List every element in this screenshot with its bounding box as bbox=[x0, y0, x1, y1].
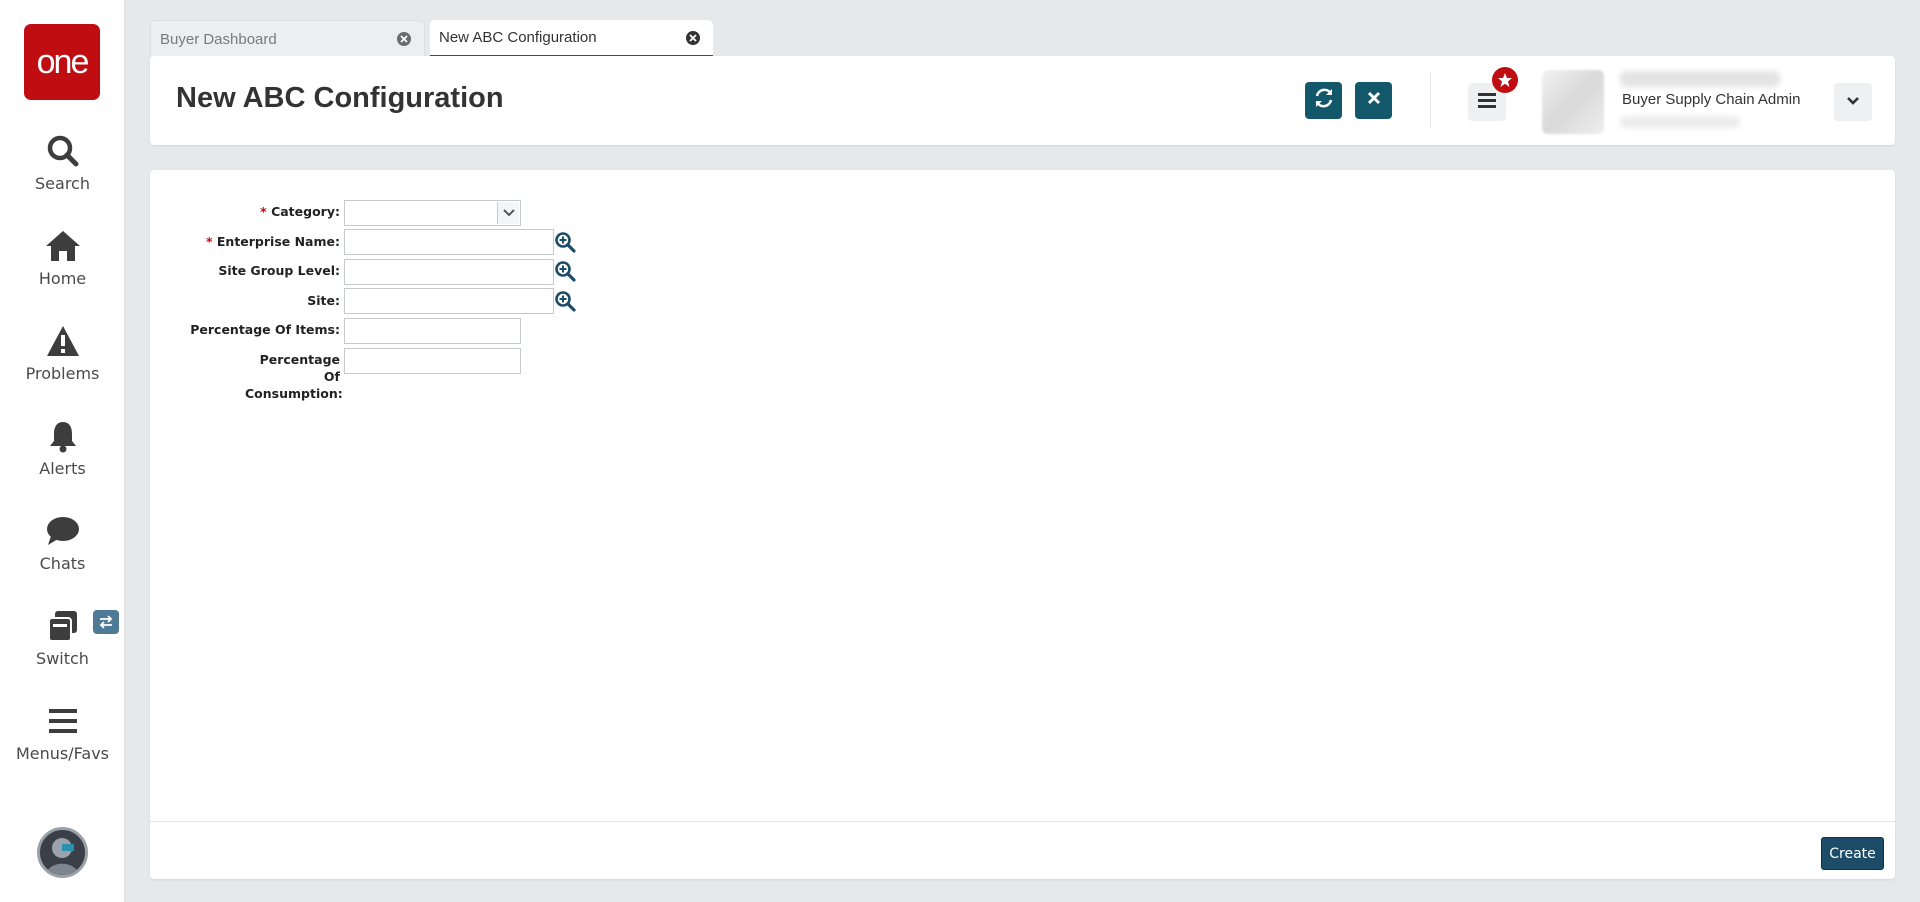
enterprise-name-input[interactable] bbox=[344, 229, 554, 255]
zoom-in-lookup-icon[interactable] bbox=[554, 260, 576, 282]
sidebar-item-label: Menus/Favs bbox=[16, 744, 109, 763]
sidebar-item-alerts[interactable]: Alerts bbox=[0, 419, 125, 478]
user-name-redacted bbox=[1620, 71, 1780, 87]
chevron-down-icon bbox=[1846, 93, 1860, 111]
site-input[interactable] bbox=[344, 288, 554, 314]
sidebar-item-label: Home bbox=[38, 269, 87, 288]
user-role: Buyer Supply Chain Admin bbox=[1620, 91, 1803, 108]
chat-icon bbox=[0, 514, 125, 554]
tab-buyer-dashboard[interactable]: Buyer Dashboard bbox=[150, 20, 425, 57]
sidebar-item-label: Problems bbox=[25, 364, 100, 383]
bell-icon bbox=[0, 419, 125, 459]
site-group-level-label: Site Group Level: bbox=[218, 263, 340, 278]
search-icon bbox=[0, 134, 125, 174]
zoom-in-lookup-icon[interactable] bbox=[554, 231, 576, 253]
category-label: * Category: bbox=[260, 204, 340, 219]
sidebar-item-label: Switch bbox=[36, 649, 89, 668]
tab-label: Buyer Dashboard bbox=[160, 30, 277, 48]
site-label: Site: bbox=[307, 293, 340, 308]
close-icon bbox=[1366, 90, 1382, 111]
sidebar-item-search[interactable]: Search bbox=[0, 134, 125, 193]
swap-arrows-icon[interactable] bbox=[93, 610, 119, 634]
app-logo[interactable]: one bbox=[24, 24, 100, 100]
enterprise-name-label: * Enterprise Name: bbox=[205, 234, 340, 249]
percentage-of-items-label: Percentage Of Items: bbox=[190, 322, 340, 337]
warning-icon bbox=[0, 324, 125, 364]
refresh-icon bbox=[1313, 87, 1335, 114]
form-panel: * Category: * Enterprise Name: Site Grou… bbox=[150, 170, 1895, 879]
page-header: New ABC Configuration Buyer Supply Chain… bbox=[150, 56, 1895, 145]
home-icon bbox=[0, 229, 125, 269]
sidebar-item-label: Alerts bbox=[39, 459, 86, 478]
footer-divider bbox=[150, 821, 1895, 822]
close-tab-icon[interactable] bbox=[396, 31, 412, 47]
assistant-avatar[interactable] bbox=[37, 827, 88, 878]
close-tab-icon[interactable] bbox=[685, 30, 701, 46]
sidebar-item-label: Search bbox=[35, 174, 90, 193]
logo-text: one bbox=[36, 42, 90, 81]
sidebar-item-menus-favs[interactable]: Menus/Favs bbox=[0, 704, 125, 763]
percentage-of-consumption-input[interactable] bbox=[344, 348, 521, 374]
header-divider bbox=[1430, 72, 1431, 128]
percentage-of-consumption-label: Percentage Of Consumption: bbox=[245, 352, 343, 401]
close-button[interactable] bbox=[1355, 82, 1392, 119]
sidebar-item-label: Chats bbox=[39, 554, 86, 573]
user-org-redacted bbox=[1620, 116, 1740, 128]
page-title: New ABC Configuration bbox=[176, 82, 504, 114]
user-menu-dropdown[interactable] bbox=[1834, 83, 1872, 121]
user-avatar[interactable] bbox=[1542, 70, 1604, 134]
tab-new-abc-configuration[interactable]: New ABC Configuration bbox=[430, 20, 713, 57]
category-select[interactable] bbox=[344, 200, 521, 226]
zoom-in-lookup-icon[interactable] bbox=[554, 290, 576, 312]
list-menu-icon bbox=[1478, 92, 1496, 113]
tab-label: New ABC Configuration bbox=[439, 29, 597, 46]
star-badge-icon bbox=[1492, 67, 1518, 93]
create-button[interactable]: Create bbox=[1821, 837, 1884, 870]
sidebar-item-problems[interactable]: Problems bbox=[0, 324, 125, 383]
sidebar-item-home[interactable]: Home bbox=[0, 229, 125, 288]
chevron-down-icon[interactable] bbox=[497, 202, 519, 224]
sidebar: one Search Home Problems Alerts Chats Sw… bbox=[0, 0, 125, 902]
refresh-button[interactable] bbox=[1305, 82, 1342, 119]
sidebar-item-chats[interactable]: Chats bbox=[0, 514, 125, 573]
site-group-level-input[interactable] bbox=[344, 259, 554, 285]
percentage-of-items-input[interactable] bbox=[344, 318, 521, 344]
hamburger-icon bbox=[0, 704, 125, 744]
